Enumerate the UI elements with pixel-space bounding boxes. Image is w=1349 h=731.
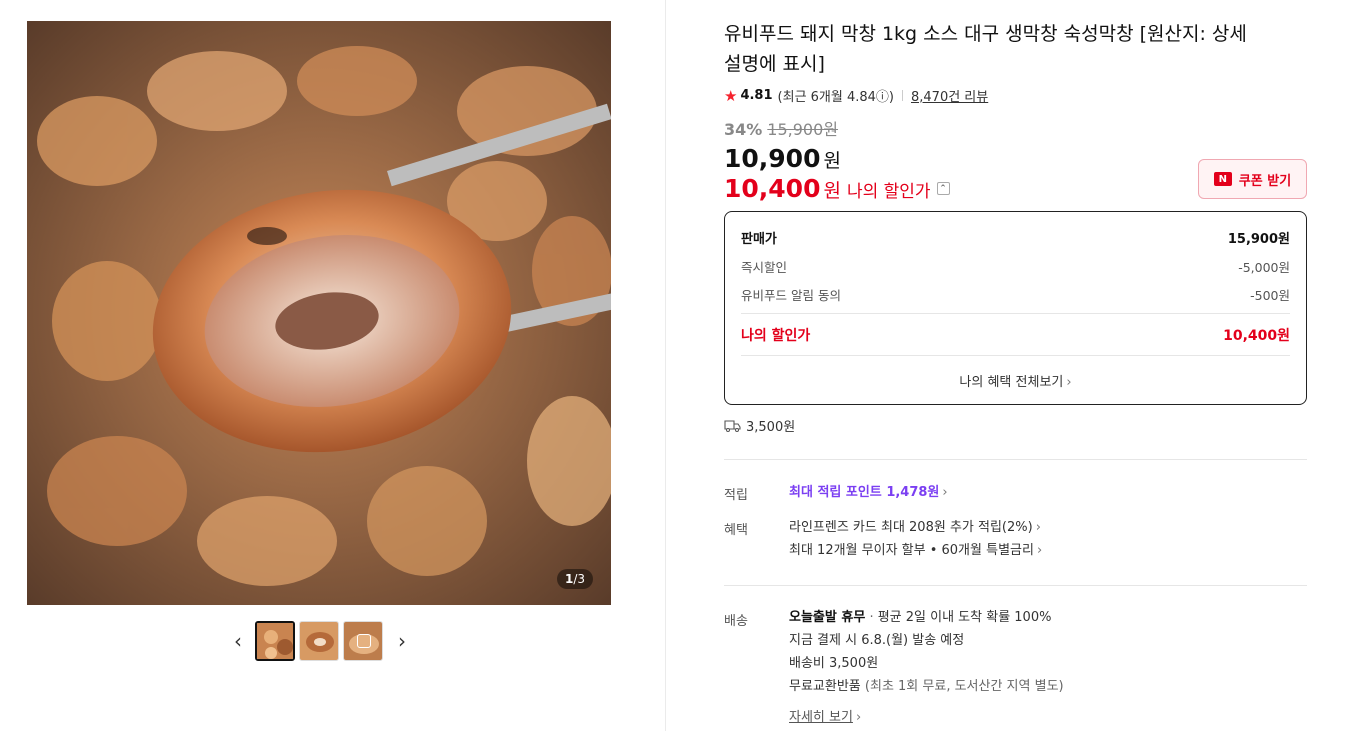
- shipping-dispatch-date: 지금 결제 시 6.8.(월) 발송 예정: [789, 633, 965, 648]
- benefit-list: 라인프렌즈 카드 최대 208원 추가 적립(2%) › 최대 12개월 무이자 …: [789, 516, 1042, 562]
- rating-recent[interactable]: (최근 6개월 4.84ⓘ): [778, 86, 894, 105]
- rating-row: ★ 4.81 (최근 6개월 4.84ⓘ) 8,470건 리뷰: [724, 86, 988, 106]
- gallery-panel: 1/3 ‹ ›: [0, 0, 666, 731]
- my-price-label: 나의 할인가: [846, 182, 931, 202]
- thumbnail-1[interactable]: [255, 621, 295, 661]
- price-row-instant-discount: 즉시할인 -5,000원: [741, 257, 1290, 276]
- thumbnail-strip: ‹ ›: [227, 621, 413, 661]
- shipping-detail-link[interactable]: 자세히 보기 ›: [789, 706, 1064, 729]
- benefit-installment-link[interactable]: 최대 12개월 무이자 할부 • 60개월 특별금리 ›: [789, 539, 1042, 562]
- my-price-total-label: 나의 할인가: [741, 328, 811, 344]
- chevron-left-icon[interactable]: ‹: [227, 621, 249, 661]
- price-row-alarm-discount: 유비푸드 알림 동의 -500원: [741, 285, 1290, 304]
- shipping-today-desc: 평균 2일 이내 도착 확률 100%: [877, 610, 1052, 625]
- chevron-right-icon: ›: [1066, 375, 1072, 390]
- view-all-benefits-link[interactable]: 나의 혜택 전체보기 ›: [725, 371, 1306, 390]
- view-all-benefits-label: 나의 혜택 전체보기: [959, 375, 1064, 390]
- points-label: 적립: [724, 488, 748, 503]
- my-price: 10,400: [724, 174, 821, 203]
- price-row-label: 판매가: [741, 232, 777, 247]
- shipping-today-title: 오늘출발 휴무: [789, 610, 866, 625]
- my-price-row: 10,400 원 나의 할인가 ⌃: [724, 174, 950, 203]
- free-return-label: 무료교환반품: [789, 679, 861, 694]
- divider: [741, 313, 1290, 314]
- image-counter: 1/3: [556, 569, 593, 589]
- price-unit: 원: [823, 150, 841, 172]
- my-price-total-value: 10,400원: [1223, 328, 1290, 344]
- price-breakdown-box: 판매가 15,900원 즉시할인 -5,000원 유비푸드 알림 동의 -500…: [724, 211, 1307, 405]
- points-link[interactable]: 최대 적립 포인트 1,478원 ›: [789, 481, 948, 504]
- discount-rate: 34%: [724, 120, 763, 139]
- chevron-right-icon: ›: [1035, 520, 1041, 535]
- chevron-up-icon[interactable]: ⌃: [936, 182, 950, 195]
- my-price-unit: 원: [823, 180, 841, 202]
- price-row-label: 유비푸드 알림 동의: [741, 288, 841, 303]
- free-return-note: (최초 1회 무료, 도서산간 지역 별도): [864, 679, 1064, 694]
- benefit-card-text: 라인프렌즈 카드 최대 208원 추가 적립(2%): [789, 520, 1033, 535]
- benefit-installment-text: 최대 12개월 무이자 할부 • 60개월 특별금리: [789, 543, 1034, 558]
- review-count-link[interactable]: 8,470건 리뷰: [911, 86, 988, 105]
- delivery-fee: 3,500원: [724, 416, 795, 435]
- divider: [902, 90, 903, 101]
- coupon-button[interactable]: N 쿠폰 받기: [1198, 159, 1307, 199]
- video-icon: [357, 634, 371, 648]
- divider: [724, 585, 1307, 586]
- shipping-detail-label: 자세히 보기: [789, 710, 853, 725]
- shipping-info: 오늘출발 휴무 · 평균 2일 이내 도착 확률 100% 지금 결제 시 6.…: [789, 606, 1064, 729]
- sale-price: 10,900: [724, 144, 821, 173]
- rating-value: 4.81: [740, 88, 773, 103]
- chevron-right-icon: ›: [855, 710, 862, 725]
- chevron-right-icon: ›: [1036, 543, 1043, 558]
- price-row-my-price: 나의 할인가 10,400원: [741, 325, 1290, 345]
- divider: [724, 459, 1307, 460]
- truck-icon: [724, 419, 741, 432]
- shipping-label: 배송: [724, 614, 748, 629]
- original-price: 15,900원: [767, 120, 839, 139]
- benefit-card-link[interactable]: 라인프렌즈 카드 최대 208원 추가 적립(2%) ›: [789, 516, 1042, 539]
- thumbnail-2[interactable]: [299, 621, 339, 661]
- points-text: 최대 적립 포인트: [789, 485, 882, 500]
- price-row-value: 15,900원: [1227, 232, 1290, 247]
- product-main-image[interactable]: 1/3: [27, 21, 611, 605]
- price-row-value: -5,000원: [1238, 260, 1290, 275]
- product-title: 유비푸드 돼지 막창 1kg 소스 대구 생막창 숙성막창 [원산지: 상세설명…: [724, 23, 1247, 75]
- coupon-label: 쿠폰 받기: [1238, 173, 1292, 189]
- chevron-right-icon[interactable]: ›: [391, 621, 413, 661]
- star-icon: ★: [724, 86, 738, 105]
- price-row: 10,900 원: [724, 144, 841, 173]
- shipping-fee: 배송비 3,500원: [789, 656, 879, 671]
- points-value: 1,478원: [886, 485, 940, 500]
- price-row-sale: 판매가 15,900원: [741, 228, 1290, 247]
- discount-row: 34% 15,900원: [724, 116, 838, 140]
- naver-logo-icon: N: [1213, 172, 1232, 186]
- price-row-label: 즉시할인: [741, 260, 788, 275]
- benefit-label: 혜택: [724, 523, 748, 538]
- price-row-value: -500원: [1250, 288, 1290, 303]
- chevron-right-icon: ›: [942, 485, 948, 500]
- divider: [741, 355, 1290, 356]
- delivery-fee-value: 3,500원: [746, 420, 796, 435]
- thumbnail-3-video[interactable]: [343, 621, 383, 661]
